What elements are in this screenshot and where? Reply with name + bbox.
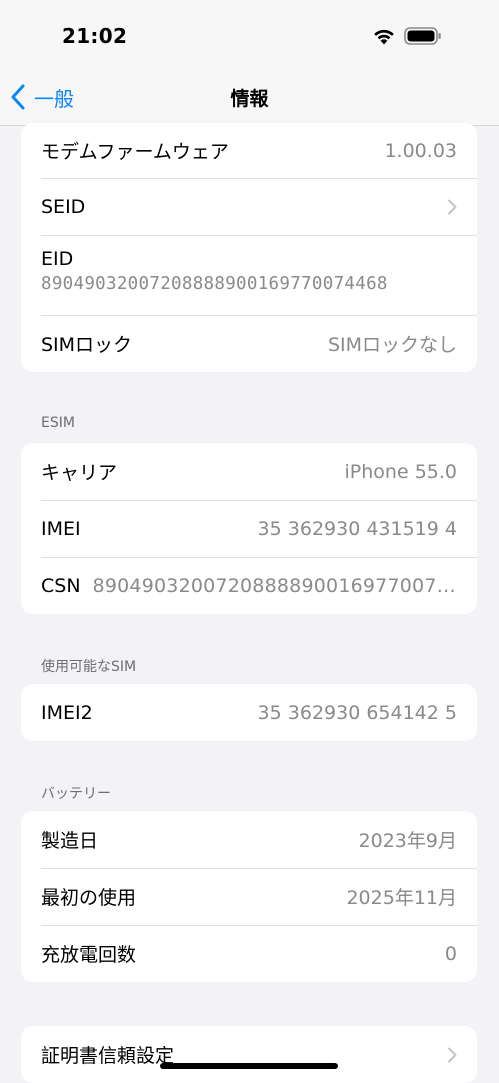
- row-value: 35 362930 431519 4: [257, 517, 457, 540]
- row-label: 充放電回数: [41, 944, 137, 966]
- device-info-card: モデムファームウェア 1.00.03 SEID EID 890490320072…: [21, 123, 477, 372]
- section-header-available-sim: 使用可能なSIM: [41, 659, 137, 675]
- row-label: モデムファームウェア: [41, 141, 229, 163]
- row-label: 証明書信頼設定: [41, 1045, 175, 1067]
- row-label: SIMロック: [41, 334, 133, 356]
- wifi-icon: [374, 29, 394, 45]
- list-item-eid: EID 89049032007208888900169770074468: [21, 235, 477, 315]
- row-label: 最初の使用: [41, 887, 137, 909]
- list-item-imei: IMEI 35 362930 431519 4: [21, 500, 477, 557]
- list-item-csn: CSN 89049032007208888900169770074468: [21, 557, 477, 614]
- row-value: iPhone 55.0: [344, 460, 457, 483]
- section-header-battery: バッテリー: [41, 786, 111, 802]
- list-item-certificate-trust[interactable]: 証明書信頼設定: [21, 1026, 477, 1083]
- chevron-right-icon: [448, 1047, 457, 1062]
- home-indicator[interactable]: [160, 1063, 338, 1069]
- list-item-imei2: IMEI2 35 362930 654142 5: [21, 684, 477, 741]
- available-sim-card: IMEI2 35 362930 654142 5: [21, 684, 477, 741]
- row-label: 製造日: [41, 830, 99, 852]
- row-label: キャリア: [41, 462, 118, 484]
- status-time: 21:02: [62, 24, 128, 48]
- list-item-first-use: 最初の使用 2025年11月: [21, 868, 477, 925]
- navigation-bar: 一般 情報: [0, 72, 499, 126]
- row-label: SEID: [41, 195, 86, 218]
- row-value: 2023年9月: [358, 830, 457, 852]
- status-bar: 21:02: [0, 0, 499, 72]
- certificate-card: 証明書信頼設定: [21, 1026, 477, 1083]
- row-value: 1.00.03: [384, 139, 457, 162]
- list-item-modem-firmware: モデムファームウェア 1.00.03: [21, 123, 477, 178]
- row-label: IMEI: [41, 517, 81, 540]
- eid-value: 89049032007208888900169770074468: [41, 274, 388, 294]
- row-value: 89049032007208888900169770074468: [92, 574, 457, 597]
- row-value: 35 362930 654142 5: [257, 701, 457, 724]
- row-label: EID: [41, 248, 74, 270]
- page-title: 情報: [230, 88, 269, 110]
- list-item-manufacture-date: 製造日 2023年9月: [21, 811, 477, 868]
- list-item-sim-lock: SIMロック SIMロックなし: [21, 315, 477, 372]
- row-value: 2025年11月: [346, 887, 457, 909]
- row-value: 0: [444, 942, 457, 965]
- list-item-carrier: キャリア iPhone 55.0: [21, 443, 477, 500]
- row-value: SIMロックなし: [327, 334, 457, 356]
- list-item-seid[interactable]: SEID: [21, 178, 477, 235]
- section-header-esim: ESIM: [41, 415, 75, 431]
- battery-icon: [404, 27, 441, 45]
- list-item-cycle-count: 充放電回数 0: [21, 925, 477, 982]
- battery-card: 製造日 2023年9月 最初の使用 2025年11月 充放電回数 0: [21, 811, 477, 982]
- esim-card: キャリア iPhone 55.0 IMEI 35 362930 431519 4…: [21, 443, 477, 614]
- row-label: IMEI2: [41, 701, 93, 724]
- row-label: CSN: [41, 574, 81, 597]
- chevron-right-icon: [448, 199, 457, 214]
